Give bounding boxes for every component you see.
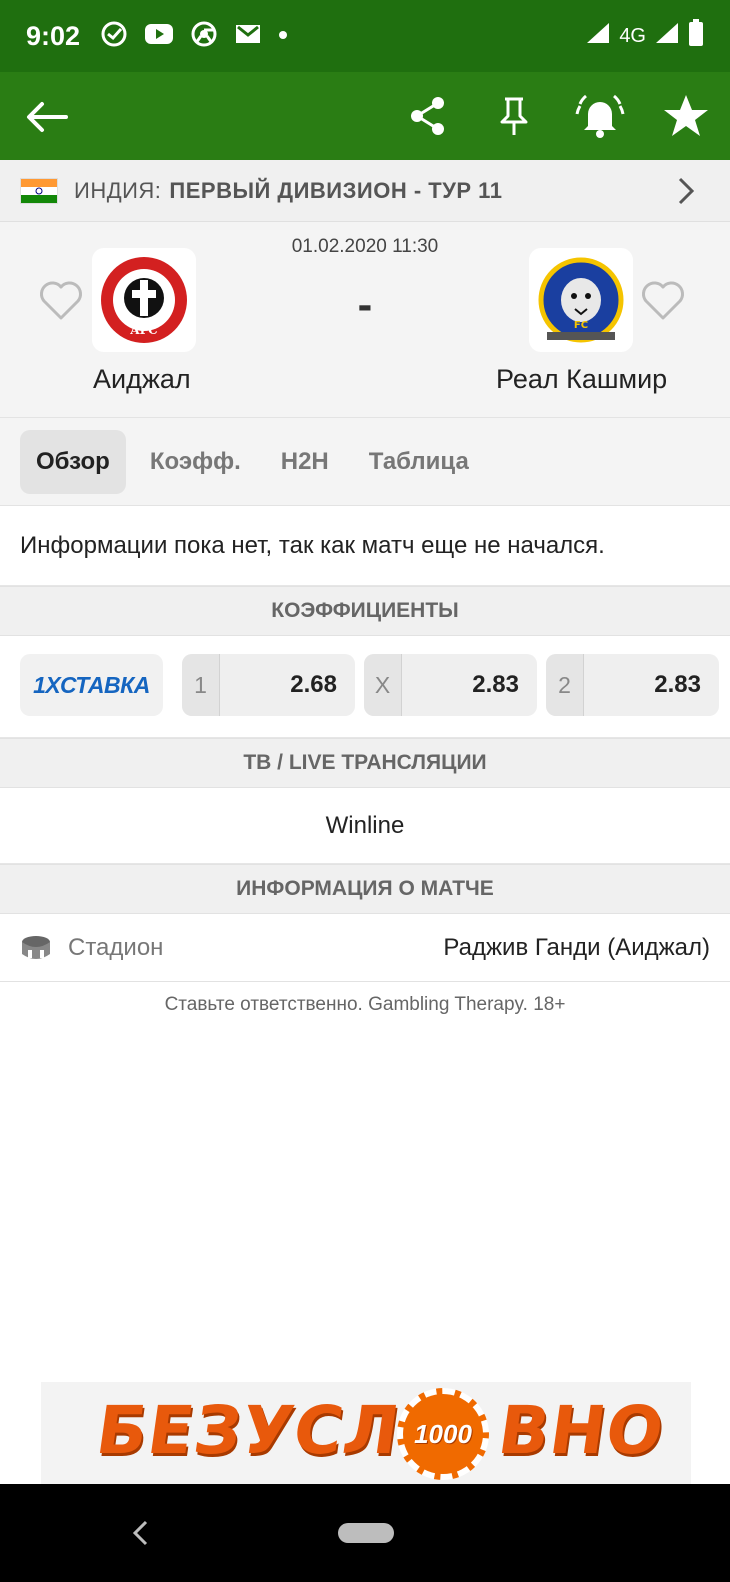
tab-overview[interactable]: Обзор xyxy=(20,429,126,494)
chevron-right-icon[interactable] xyxy=(676,176,696,211)
system-nav-bar xyxy=(0,1484,730,1582)
tv-channel[interactable]: Winline xyxy=(0,788,730,864)
bell-icon[interactable] xyxy=(574,90,626,142)
tab-h2h[interactable]: H2H xyxy=(265,430,345,494)
stadium-row: Стадион Раджив Ганди (Аиджал) xyxy=(0,914,730,982)
odd-home-button[interactable]: 1 2.68 xyxy=(182,654,355,716)
banner-chip-text: 1000 xyxy=(414,1418,472,1449)
home-team-name[interactable]: Аиджал xyxy=(93,364,191,395)
match-tabs: Обзор Коэфф. H2H Таблица xyxy=(0,418,730,506)
league-country: ИНДИЯ: xyxy=(74,177,162,203)
battery-icon xyxy=(688,19,704,53)
responsible-gambling-text[interactable]: Ставьте ответственно. Gambling Therapy. … xyxy=(0,994,730,1016)
odd-label: 2 xyxy=(546,654,584,716)
youtube-icon xyxy=(144,22,174,51)
odd-label: 1 xyxy=(182,654,220,716)
sber-icon xyxy=(100,20,128,53)
pin-icon[interactable] xyxy=(488,90,540,142)
back-arrow-icon[interactable] xyxy=(22,92,72,142)
chrome-icon xyxy=(190,20,218,53)
away-favorite-heart-icon[interactable] xyxy=(640,278,686,324)
toolbar-actions xyxy=(402,90,712,142)
away-team-name[interactable]: Реал Кашмир xyxy=(496,364,667,395)
stadium-label: Стадион xyxy=(68,933,164,961)
casino-chip-icon: 1000 xyxy=(397,1388,489,1480)
star-icon[interactable] xyxy=(660,90,712,142)
status-time: 9:02 xyxy=(26,20,81,51)
tv-section-title: ТВ / LIVE ТРАНСЛЯЦИИ xyxy=(0,738,730,788)
svg-text:AFC: AFC xyxy=(129,323,157,337)
odd-value: 2.83 xyxy=(472,671,519,698)
gmail-icon xyxy=(234,23,262,50)
odd-away-button[interactable]: 2 2.83 xyxy=(546,654,719,716)
nav-back-icon[interactable] xyxy=(128,1518,152,1553)
tab-odds[interactable]: Коэфф. xyxy=(134,430,257,494)
odd-value: 2.68 xyxy=(290,671,337,698)
stadium-value: Раджив Ганди (Аиджал) xyxy=(443,933,710,961)
signal-icon xyxy=(654,21,680,51)
share-icon[interactable] xyxy=(402,90,454,142)
banner-text-left: БЕЗУСЛ xyxy=(91,1392,405,1469)
wifi-icon xyxy=(585,21,611,51)
league-competition: ПЕРВЫЙ ДИВИЗИОН - ТУР 11 xyxy=(169,177,503,203)
no-info-message: Информации пока нет, так как матч еще не… xyxy=(0,506,730,586)
notification-icons xyxy=(100,20,288,53)
odds-section-title: КОЭФФИЦИЕНТЫ xyxy=(0,586,730,636)
home-favorite-heart-icon[interactable] xyxy=(38,278,84,324)
system-icons: 4G xyxy=(585,19,704,53)
india-flag-icon xyxy=(20,177,58,204)
nav-home-pill[interactable] xyxy=(338,1523,394,1543)
dot-icon xyxy=(278,27,288,45)
network-type: 4G xyxy=(619,24,646,47)
real-kashmir-logo-icon: FC xyxy=(538,257,624,343)
tab-standings[interactable]: Таблица xyxy=(353,430,485,494)
odd-draw-button[interactable]: X 2.83 xyxy=(364,654,537,716)
status-bar: 9:02 4G xyxy=(0,0,730,72)
match-header: 01.02.2020 11:30 - AFC Аиджал FC Реал Ка… xyxy=(0,222,730,418)
away-team-logo[interactable]: FC xyxy=(529,248,633,352)
league-header[interactable]: ИНДИЯ: ПЕРВЫЙ ДИВИЗИОН - ТУР 11 xyxy=(0,160,730,222)
app-toolbar xyxy=(0,72,730,160)
odd-value: 2.83 xyxy=(654,671,701,698)
banner-text-right: ВНО xyxy=(493,1392,670,1469)
aizawl-logo-icon: AFC xyxy=(101,257,187,343)
match-info-section-title: ИНФОРМАЦИЯ О МАТЧЕ xyxy=(0,864,730,914)
ad-banner[interactable]: БЕЗУСЛ 1000 ВНО xyxy=(41,1382,691,1484)
bookmaker-logo[interactable]: 1ХСТАВКА xyxy=(20,654,163,716)
odds-row: 1ХСТАВКА 1 2.68 X 2.83 2 2.83 xyxy=(0,636,730,738)
home-team-logo[interactable]: AFC xyxy=(92,248,196,352)
svg-text:FC: FC xyxy=(574,320,588,331)
odd-label: X xyxy=(364,654,402,716)
stadium-icon xyxy=(20,934,52,962)
